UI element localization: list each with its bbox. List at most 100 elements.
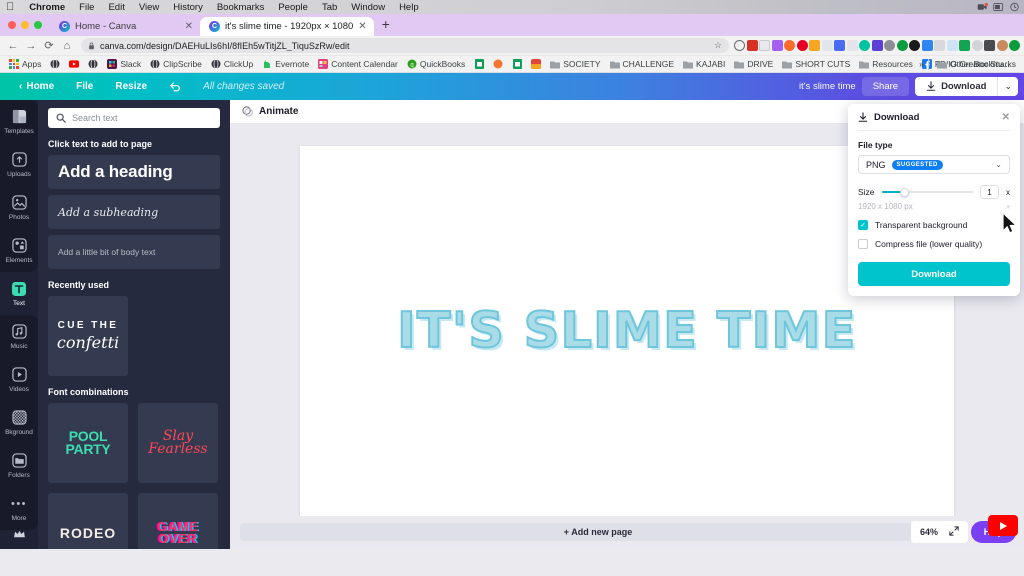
- download-caret-icon[interactable]: ⌄: [997, 77, 1018, 96]
- close-icon[interactable]: ✕: [1002, 112, 1010, 123]
- animate-label[interactable]: Animate: [259, 106, 298, 117]
- text-card-add-subheading[interactable]: Add a subheading: [48, 195, 220, 229]
- settings-icon[interactable]: [971, 40, 983, 51]
- resize-button[interactable]: Resize: [104, 81, 158, 92]
- loom-icon[interactable]: [834, 40, 845, 51]
- menubar-item-history[interactable]: History: [166, 2, 210, 13]
- dropbox-icon[interactable]: [946, 40, 958, 51]
- panel-collapse-handle[interactable]: ‹: [229, 328, 230, 376]
- privacy-icon[interactable]: [884, 40, 895, 51]
- sidebar-item-folders[interactable]: Folders: [0, 444, 38, 487]
- maximize-window-button[interactable]: [34, 21, 42, 29]
- bookmark-sheets-2[interactable]: [508, 59, 526, 69]
- bookmark-folder-short-cuts[interactable]: SHORT CUTS: [778, 59, 854, 69]
- eyedropper-icon[interactable]: [821, 40, 833, 51]
- compress-file-row[interactable]: Compress file (lower quality): [858, 239, 1010, 249]
- bookmarks-overflow-icon[interactable]: »: [919, 59, 924, 69]
- scissors-icon[interactable]: [934, 40, 945, 51]
- font-combo-game-over[interactable]: GAME OVER: [138, 493, 218, 549]
- browser-tab-home-canva[interactable]: C Home - Canva ✕: [50, 17, 200, 36]
- download-confirm-button[interactable]: Download: [858, 262, 1010, 286]
- bookmark-clipscribe[interactable]: ClipScribe: [146, 59, 206, 69]
- back-icon[interactable]: ←: [4, 37, 22, 55]
- bookmark-youtube[interactable]: [65, 59, 83, 69]
- profile-avatar[interactable]: [996, 40, 1008, 51]
- text-card-add-body-text[interactable]: Add a little bit of body text: [48, 235, 220, 269]
- sidebar-item-background[interactable]: Bkground: [0, 401, 38, 444]
- recent-item-cue-the-confetti[interactable]: CUE THE confetti: [48, 296, 128, 376]
- undo-button[interactable]: [158, 81, 192, 92]
- sidebar-item-music[interactable]: Music: [0, 315, 38, 358]
- compress-file-checkbox[interactable]: [858, 239, 868, 249]
- file-menu-button[interactable]: File: [65, 81, 104, 92]
- size-multiplier-input[interactable]: 1: [980, 185, 999, 199]
- clock-icon[interactable]: [1009, 2, 1020, 12]
- forward-icon[interactable]: →: [22, 37, 40, 55]
- add-new-page-button[interactable]: + Add new page: [240, 523, 956, 542]
- camera-icon[interactable]: [977, 2, 988, 12]
- screencastify-icon[interactable]: [746, 40, 758, 51]
- menubar-item-tab[interactable]: Tab: [315, 2, 344, 13]
- transparent-background-row[interactable]: ✓ Transparent background: [858, 220, 1010, 230]
- menubar-item-people[interactable]: People: [271, 2, 315, 13]
- tab-close-icon[interactable]: ✕: [358, 21, 366, 32]
- bookmark-globe-2[interactable]: [84, 59, 102, 69]
- sidebar-item-text[interactable]: Text: [0, 272, 38, 315]
- rescuetime-icon[interactable]: [896, 40, 908, 51]
- sidebar-item-templates[interactable]: Templates: [0, 100, 38, 143]
- bookmark-clickup[interactable]: ClickUp: [207, 59, 257, 69]
- screenshot-icon[interactable]: [846, 40, 858, 51]
- new-tab-button[interactable]: +: [374, 17, 398, 33]
- bookmark-folder-drive[interactable]: DRIVE: [730, 59, 777, 69]
- transparent-background-checkbox[interactable]: ✓: [858, 220, 868, 230]
- bluesky-icon[interactable]: [921, 40, 933, 51]
- search-input[interactable]: Search text: [48, 108, 220, 128]
- hootsuite-icon[interactable]: [784, 40, 795, 51]
- pinterest-icon[interactable]: [796, 40, 808, 51]
- bookmark-quickbooks[interactable]: q QuickBooks: [403, 59, 469, 69]
- bookmark-orange[interactable]: [489, 59, 507, 69]
- browser-tab-slime-time[interactable]: C it's slime time - 1920px × 1080 ✕: [200, 17, 374, 36]
- extension-green-icon[interactable]: [1009, 40, 1020, 51]
- youtube-play-icon[interactable]: [988, 515, 1018, 537]
- bookmark-other-bookmarks[interactable]: Other Bookmarks: [933, 59, 1020, 69]
- sidebar-item-photos[interactable]: Photos: [0, 186, 38, 229]
- bookmark-folder-resources[interactable]: Resources: [855, 59, 917, 69]
- trello-icon[interactable]: [809, 40, 820, 51]
- apple-logo-icon[interactable]: : [6, 1, 14, 13]
- help-button[interactable]: Help: [971, 515, 1018, 544]
- address-bar[interactable]: canva.com/design/DAEHuLIs6hI/8fIEh5wTitj…: [81, 38, 729, 53]
- bookmark-sheets-1[interactable]: [470, 59, 488, 69]
- bookmark-content-calendar[interactable]: Content Calendar: [314, 59, 402, 69]
- document-name[interactable]: it's slime time: [799, 81, 856, 92]
- tab-close-icon[interactable]: ✕: [185, 21, 193, 32]
- menubar-item-view[interactable]: View: [132, 2, 166, 13]
- menubar-item-bookmarks[interactable]: Bookmarks: [210, 2, 272, 13]
- font-combo-pool-party[interactable]: POOL PARTY: [48, 403, 128, 483]
- menubar-item-file[interactable]: File: [72, 2, 101, 13]
- slider-knob[interactable]: [899, 187, 909, 197]
- download-button[interactable]: Download: [915, 77, 997, 96]
- info-icon[interactable]: [734, 40, 745, 51]
- menubar-item-chrome[interactable]: Chrome: [22, 2, 72, 13]
- bookmark-star-icon[interactable]: ☆: [714, 40, 722, 51]
- canva-ext-icon[interactable]: [859, 40, 870, 51]
- bookmark-apps[interactable]: Apps: [5, 59, 45, 69]
- bookmark-folder-kajabi[interactable]: KAJABI: [679, 59, 729, 69]
- sidebar-item-videos[interactable]: Videos: [0, 358, 38, 401]
- bookmark-folder-challenge[interactable]: CHALLENGE: [606, 59, 679, 69]
- bookmark-folder-society[interactable]: SOCIETY: [546, 59, 604, 69]
- tailwind-icon[interactable]: [871, 40, 883, 51]
- expand-icon[interactable]: [949, 526, 959, 538]
- menubar-item-edit[interactable]: Edit: [101, 2, 131, 13]
- crown-icon[interactable]: [0, 530, 38, 539]
- puzzle-icon[interactable]: [984, 40, 995, 51]
- size-slider[interactable]: [881, 187, 973, 198]
- evernote-webclipper-icon[interactable]: [771, 40, 783, 51]
- grammarly-icon[interactable]: [759, 40, 770, 51]
- bookmark-evernote[interactable]: Evernote: [258, 59, 313, 69]
- adblock-icon[interactable]: [909, 40, 920, 51]
- home-icon[interactable]: ⌂: [58, 37, 76, 55]
- bookmark-colorful[interactable]: [527, 59, 545, 69]
- bookmark-slack[interactable]: Slack: [103, 59, 145, 69]
